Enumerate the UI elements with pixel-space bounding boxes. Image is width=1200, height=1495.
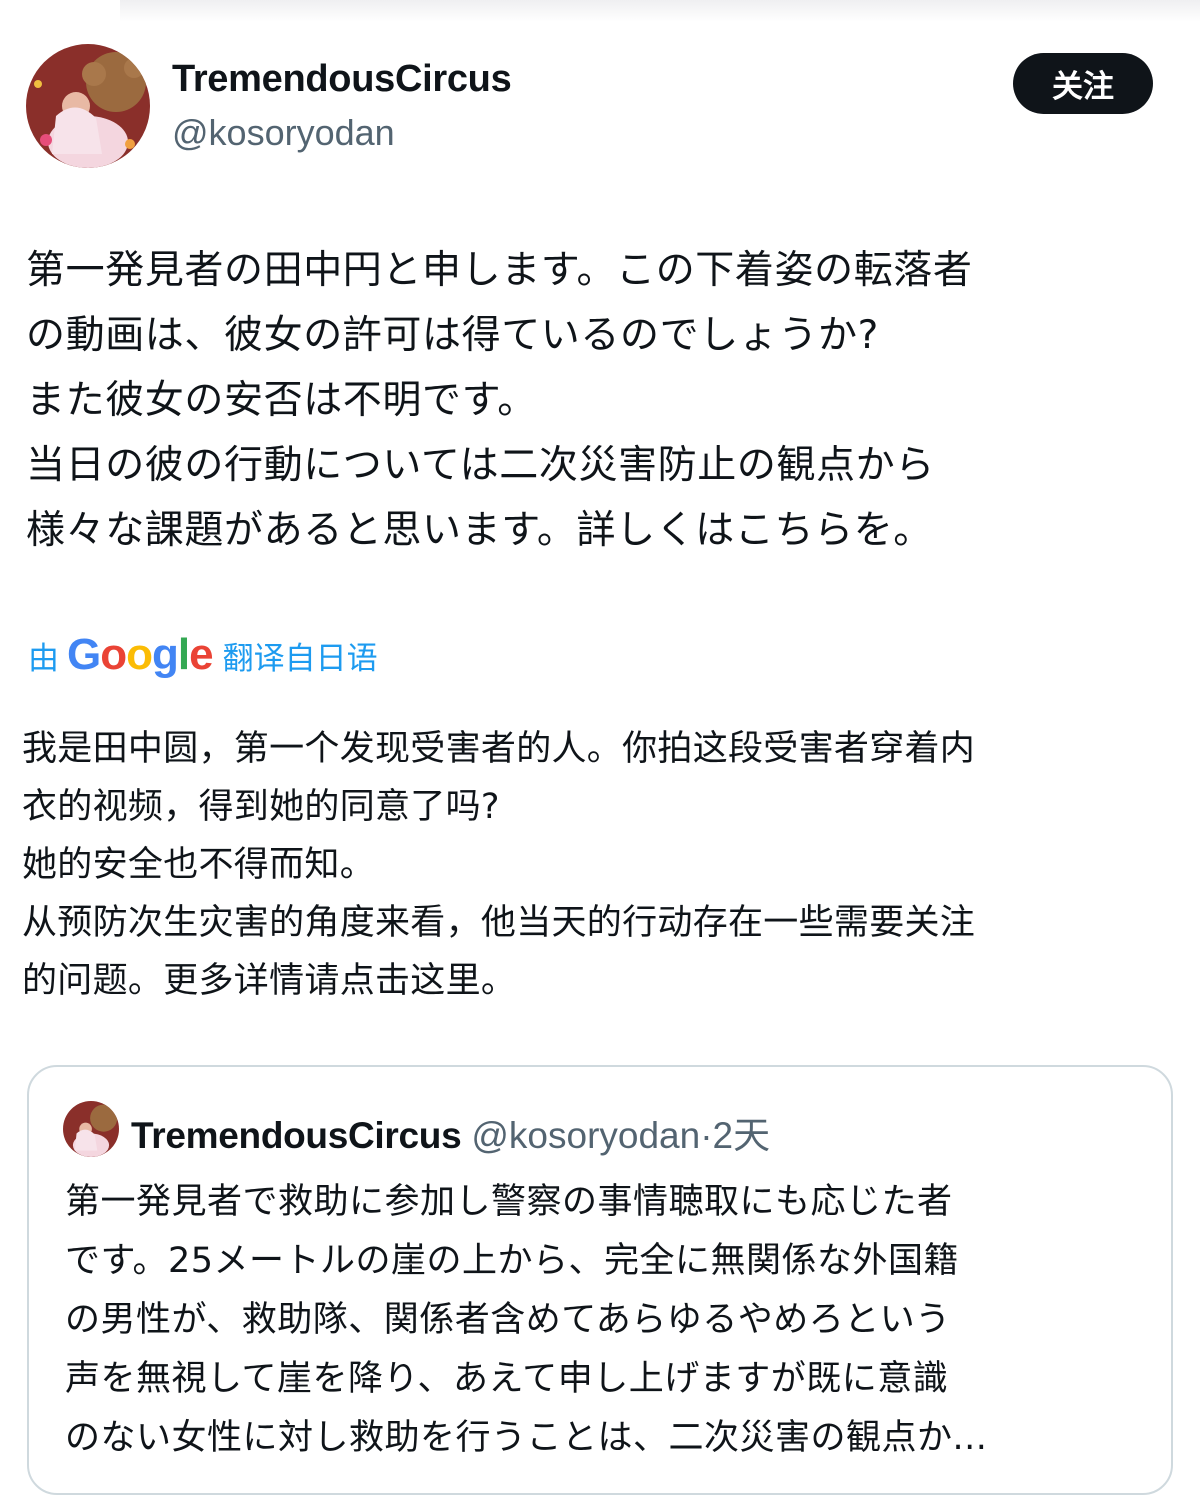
translation-suffix: 翻译自日语 xyxy=(222,640,378,677)
author-handle[interactable]: @kosoryodan xyxy=(172,112,395,154)
quote-line: です。25メートルの崖の上から、完全に無関係な外国籍 xyxy=(65,1241,960,1281)
quote-timestamp: ·2天 xyxy=(700,1115,771,1156)
tweet-line: 様々な課題があると思います。詳しくはこちらを。 xyxy=(26,508,933,553)
translated-text: 我是田中圆，第一个发现受害者的人。你拍这段受害者穿着内 衣的视频，得到她的同意了… xyxy=(22,720,1182,1010)
quote-line: の男性が、救助隊、関係者含めてあらゆるやめろという xyxy=(65,1300,951,1340)
quote-author-name: TremendousCircus xyxy=(131,1115,462,1156)
translation-attribution[interactable]: 由 Google 翻译自日语 xyxy=(28,628,378,682)
tweet-line: の動画は、彼女の許可は得ているのでしょうか? xyxy=(26,313,879,358)
tweet-line: 当日の彼の行動については二次災害防止の観点から xyxy=(26,443,935,488)
quote-line: 第一発見者で救助に参加し警察の事情聴取にも応じた者 xyxy=(65,1182,953,1222)
quote-header: TremendousCircus @kosoryodan·2天 xyxy=(131,1105,770,1159)
google-logo: Google xyxy=(67,630,214,679)
quote-line: のない女性に対し救助を行うことは、二次災害の観点か... xyxy=(65,1418,988,1458)
follow-button[interactable]: 关注 xyxy=(1013,53,1153,114)
translation-prefix: 由 xyxy=(28,640,59,677)
tweet-line: 第一発見者の田中円と申します。この下着姿の転落者 xyxy=(26,248,973,293)
author-avatar[interactable] xyxy=(26,44,150,168)
quote-line: 声を無視して崖を降り、あえて申し上げますが既に意識 xyxy=(65,1359,949,1399)
author-name[interactable]: TremendousCircus xyxy=(172,58,512,101)
quoted-tweet[interactable]: TremendousCircus @kosoryodan·2天 第一発見者で救助に… xyxy=(27,1065,1173,1495)
quote-text: 第一発見者で救助に参加し警察の事情聴取にも応じた者 です。25メートルの崖の上か… xyxy=(65,1173,1155,1468)
top-shadow xyxy=(120,0,1200,22)
tweet-text: 第一発見者の田中円と申します。この下着姿の転落者 の動画は、彼女の許可は得ている… xyxy=(26,238,1186,563)
translated-line: 我是田中圆，第一个发现受害者的人。你拍这段受害者穿着内 xyxy=(22,729,976,769)
translated-line: 的问题。更多详情请点击这里。 xyxy=(22,961,517,1001)
quote-author-handle: @kosoryodan xyxy=(471,1115,701,1156)
translated-line: 衣的视频，得到她的同意了吗? xyxy=(22,787,500,827)
translated-line: 从预防次生灾害的角度来看，他当天的行动存在一些需要关注 xyxy=(22,903,976,943)
tweet-line: また彼女の安否は不明です。 xyxy=(26,378,537,423)
translated-line: 她的安全也不得而知。 xyxy=(22,845,376,885)
quote-author-avatar xyxy=(63,1101,119,1157)
